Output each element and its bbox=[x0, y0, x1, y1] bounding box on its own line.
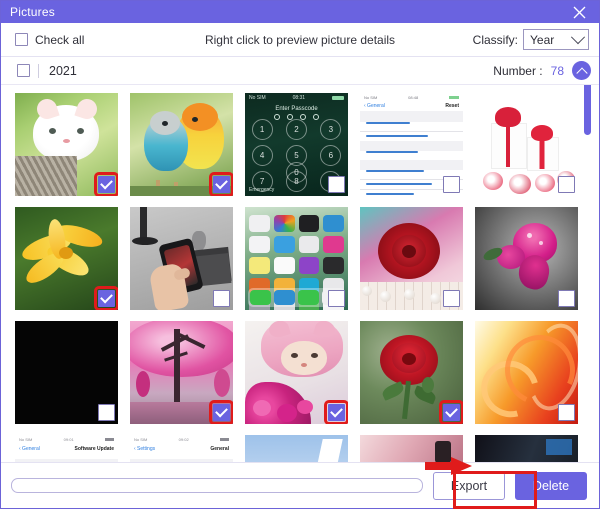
thumbnail-hand-holding-smartphone[interactable] bbox=[130, 207, 233, 310]
thumbnail-iphone-passcode-lock-screen[interactable]: No SIM 08:31 Enter Passcode 123 456 7 8 … bbox=[245, 93, 348, 196]
group-checkbox[interactable] bbox=[17, 64, 30, 77]
thumbnail-dark-night-photo[interactable] bbox=[475, 435, 578, 462]
number-label: Number : bbox=[493, 63, 543, 78]
thumbnail-checkbox[interactable] bbox=[558, 176, 575, 193]
thumbnail-pink-blossom-tree[interactable] bbox=[130, 321, 233, 424]
export-button[interactable]: Export bbox=[433, 471, 505, 500]
group-year-label: 2021 bbox=[49, 63, 77, 78]
thumbnail-blue-sky-photo[interactable] bbox=[245, 435, 348, 462]
thumbnail-checkbox[interactable] bbox=[443, 176, 460, 193]
thumbnail-black-image[interactable] bbox=[15, 321, 118, 424]
picture-art bbox=[475, 435, 578, 462]
check-all-checkbox[interactable] bbox=[15, 33, 28, 46]
thumbnail-ios-home-screen-apps[interactable] bbox=[245, 207, 348, 310]
classify-select[interactable]: Year bbox=[523, 29, 589, 50]
divider bbox=[38, 63, 39, 78]
thumbnail-checkbox[interactable] bbox=[324, 400, 348, 424]
close-button[interactable] bbox=[559, 1, 599, 23]
delete-button-label: Delete bbox=[532, 478, 570, 493]
thumbnail-yellow-lily-flower[interactable] bbox=[15, 207, 118, 310]
thumbnail-ios-settings-software-update[interactable]: No SIM 09:01 ‹ General Software Update bbox=[15, 435, 118, 462]
chevron-down-icon bbox=[570, 29, 586, 44]
thumbnail-pink-portrait-photo[interactable] bbox=[360, 435, 463, 462]
classify-control: Classify: Year bbox=[473, 29, 589, 50]
thumbnail-ios-settings-general[interactable]: No SIM 09:02 ‹ Settings General bbox=[130, 435, 233, 462]
number-value: 78 bbox=[550, 63, 564, 78]
thumbnail-grid: No SIM 08:31 Enter Passcode 123 456 7 8 … bbox=[1, 85, 599, 462]
thumbnail-two-lovebirds[interactable] bbox=[130, 93, 233, 196]
thumbnail-checkbox[interactable] bbox=[209, 400, 233, 424]
thumbnail-kitten-in-pink-hat[interactable] bbox=[245, 321, 348, 424]
classify-label: Classify: bbox=[472, 32, 518, 47]
toolbar: Check all Right click to preview picture… bbox=[1, 23, 599, 57]
scrollbar-track[interactable] bbox=[584, 85, 595, 462]
classify-selected-value: Year bbox=[530, 32, 555, 47]
thumbnail-checkbox[interactable] bbox=[98, 404, 115, 421]
group-header-2021: 2021 Number : 78 bbox=[1, 57, 599, 85]
thumbnail-orange-abstract-swirl[interactable] bbox=[475, 321, 578, 424]
thumbnail-checkbox[interactable] bbox=[439, 400, 463, 424]
picture-art: No SIM 09:02 ‹ Settings General bbox=[130, 435, 233, 462]
thumbnail-checkbox[interactable] bbox=[209, 172, 233, 196]
thumbnail-red-ribbon-gift-boxes[interactable] bbox=[475, 93, 578, 196]
thumbnail-checkbox[interactable] bbox=[328, 290, 345, 307]
footer-toolbar: Export Delete bbox=[1, 462, 599, 508]
close-icon bbox=[573, 6, 585, 18]
thumbnail-checkbox[interactable] bbox=[94, 286, 118, 310]
thumbnail-checkbox[interactable] bbox=[558, 290, 575, 307]
thumbnail-checkbox[interactable] bbox=[328, 176, 345, 193]
thumbnail-checkbox[interactable] bbox=[94, 172, 118, 196]
export-button-label: Export bbox=[450, 478, 488, 493]
picture-art: No SIM 09:01 ‹ General Software Update bbox=[15, 435, 118, 462]
check-all-label: Check all bbox=[35, 32, 85, 47]
check-all-control[interactable]: Check all bbox=[15, 33, 84, 47]
thumbnail-grid-area: No SIM 08:31 Enter Passcode 123 456 7 8 … bbox=[1, 85, 599, 462]
thumbnail-checkbox[interactable] bbox=[443, 290, 460, 307]
scrollbar-thumb[interactable] bbox=[584, 85, 591, 135]
progress-bar bbox=[11, 478, 423, 493]
thumbnail-checkbox[interactable] bbox=[558, 404, 575, 421]
group-meta: Number : 78 bbox=[493, 61, 591, 80]
delete-button[interactable]: Delete bbox=[515, 471, 587, 500]
thumbnail-red-rose-on-pearls[interactable] bbox=[360, 207, 463, 310]
thumbnail-checkbox[interactable] bbox=[213, 290, 230, 307]
pictures-window: Pictures Check all Right click to previe… bbox=[0, 0, 600, 509]
title-bar: Pictures bbox=[1, 1, 599, 23]
window-title: Pictures bbox=[10, 5, 55, 19]
picture-art bbox=[245, 435, 348, 462]
thumbnail-ios-settings-list[interactable]: No SIM 08:48 ‹ General Reset bbox=[360, 93, 463, 196]
chevron-up-icon bbox=[575, 66, 588, 79]
picture-art bbox=[360, 435, 463, 462]
thumbnail-white-kitten-in-basket[interactable] bbox=[15, 93, 118, 196]
thumbnail-red-rose-closeup[interactable] bbox=[360, 321, 463, 424]
thumbnail-pink-flower-grayscale[interactable] bbox=[475, 207, 578, 310]
collapse-group-button[interactable] bbox=[572, 61, 591, 80]
